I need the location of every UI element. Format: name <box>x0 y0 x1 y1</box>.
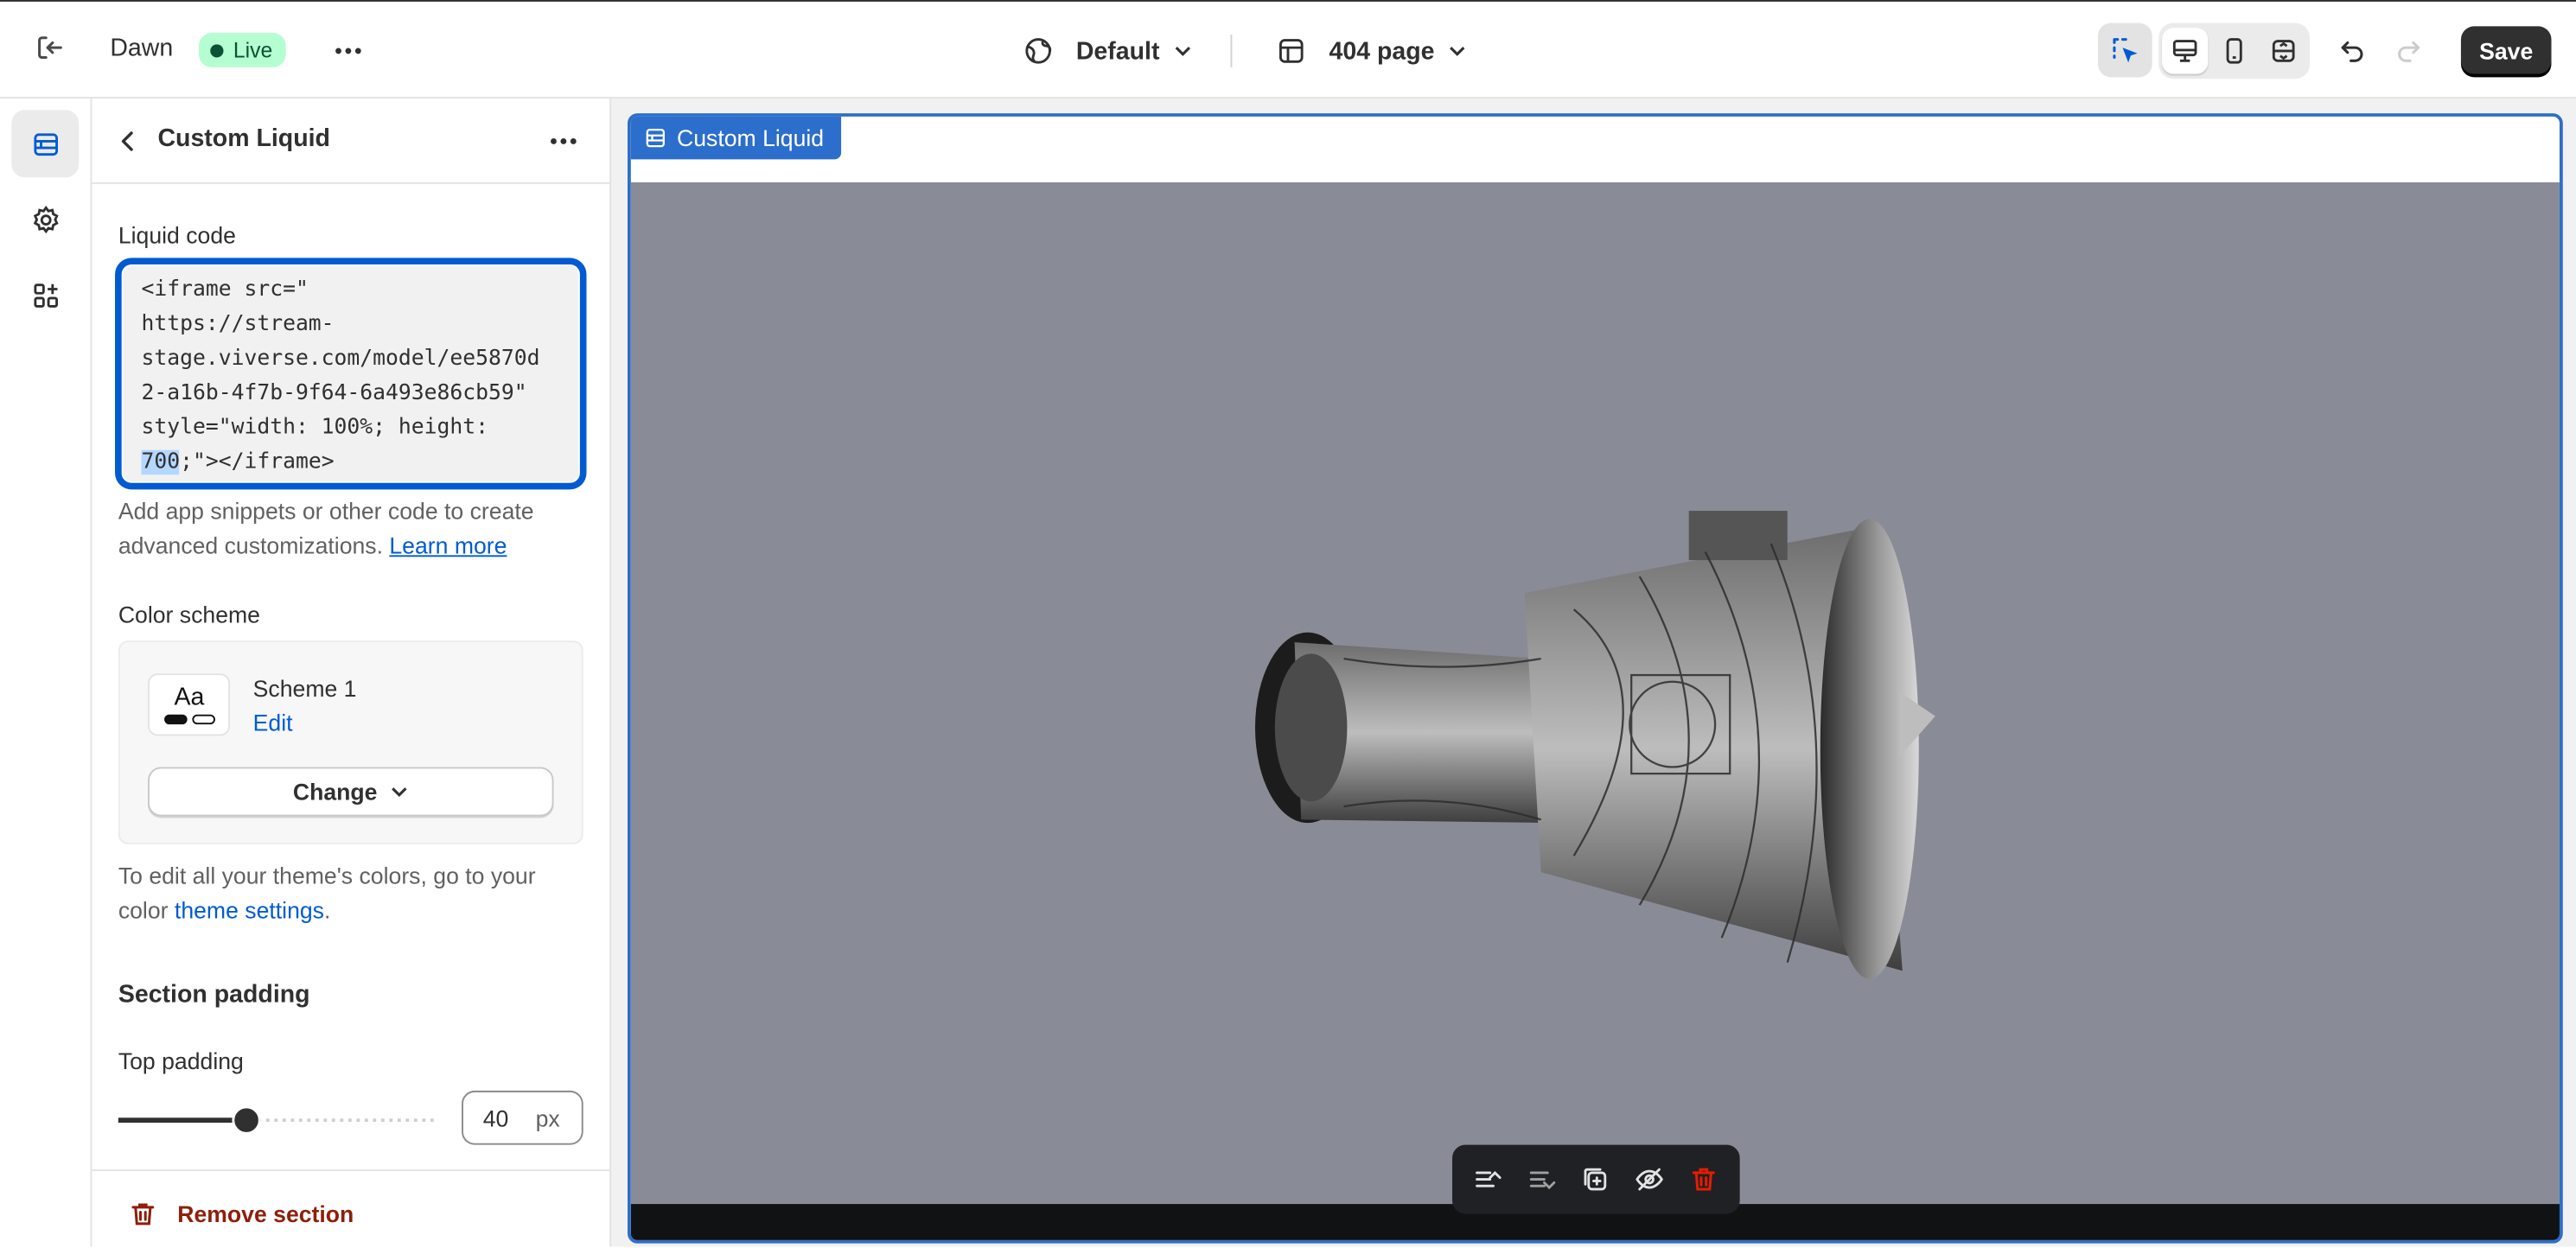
remove-section-bar: Remove section <box>92 1169 610 1248</box>
remove-section-label: Remove section <box>177 1200 354 1227</box>
top-bar: Dawn Live Default 404 page Save <box>0 0 2576 99</box>
undo-button[interactable] <box>2330 28 2375 73</box>
chevron-down-icon <box>1450 47 1465 56</box>
code-line: style="width: 100%; height: <box>141 415 489 441</box>
embedded-3d-viewer[interactable] <box>630 181 2560 1205</box>
scheme-edit-link[interactable]: Edit <box>253 710 293 735</box>
code-line: stage.viverse.com/model/ee5870d <box>141 347 540 372</box>
swatch-secondary-pill <box>192 714 215 725</box>
move-up-icon[interactable] <box>1472 1163 1505 1196</box>
chevron-down-icon <box>1175 47 1190 56</box>
more-horizontal-icon <box>551 138 577 144</box>
store-name: Dawn <box>110 34 174 63</box>
change-scheme-label: Change <box>292 778 378 805</box>
back-button[interactable] <box>108 122 148 162</box>
mobile-view-button[interactable] <box>2211 28 2257 73</box>
theme-settings-link[interactable]: theme settings <box>175 897 324 923</box>
mobile-icon <box>2226 38 2242 64</box>
liquid-help-text: Add app snippets or other code to create… <box>118 494 587 564</box>
code-line-last: 700;"></iframe> <box>141 445 560 480</box>
section-settings-panel: Custom Liquid Liquid code <iframe src=" h… <box>92 99 611 1248</box>
section-tag: Custom Liquid <box>630 116 841 160</box>
slider-thumb <box>232 1105 261 1135</box>
theme-colors-note: To edit all your theme's colors, go to y… <box>118 859 587 928</box>
top-padding-slider[interactable] <box>118 1104 437 1137</box>
app-embeds-nav-button[interactable] <box>11 261 79 328</box>
top-padding-label: Top padding <box>118 1047 244 1074</box>
status-badge-label: Live <box>233 37 273 63</box>
code-line: 2-a16b-4f7b-9f64-6a493e86cb59" <box>141 380 527 406</box>
inspector-toggle-button[interactable] <box>2097 22 2152 78</box>
template-picker[interactable]: 404 page <box>1275 25 1468 78</box>
top-padding-value: 40 <box>482 1105 509 1131</box>
code-line: https://stream- <box>141 312 335 337</box>
remove-section-button[interactable]: Remove section <box>128 1199 354 1228</box>
learn-more-link[interactable]: Learn more <box>389 532 507 558</box>
code-line: <iframe src=" <box>141 277 309 302</box>
scheme-swatch: Aa <box>148 673 231 736</box>
gear-icon <box>32 205 58 233</box>
desktop-view-button[interactable] <box>2162 28 2209 74</box>
apps-icon <box>33 283 58 307</box>
live-dot-icon <box>210 43 224 57</box>
color-scheme-card: Aa Scheme 1 Edit Change <box>118 640 583 844</box>
section-padding-heading: Section padding <box>118 980 310 1009</box>
chevron-left-icon <box>121 131 133 151</box>
expand-icon <box>2272 40 2295 62</box>
chevron-down-icon <box>391 787 406 797</box>
desktop-icon <box>2172 40 2197 62</box>
top-padding-input[interactable]: 40 px <box>462 1090 583 1145</box>
device-preview-switcher <box>2158 22 2311 80</box>
liquid-code-textarea[interactable]: <iframe src=" https://stream-stage.vivers… <box>118 261 583 487</box>
save-button[interactable]: Save <box>2460 26 2552 76</box>
scheme-name: Scheme 1 <box>252 675 357 702</box>
panel-title: Custom Liquid <box>157 124 331 153</box>
undo-icon <box>2341 41 2363 62</box>
theme-settings-nav-button[interactable] <box>11 186 79 253</box>
divider <box>1230 34 1233 67</box>
swatch-text: Aa <box>174 683 205 711</box>
selected-section-frame[interactable]: Custom Liquid <box>627 113 2563 1244</box>
panel-header: Custom Liquid <box>92 99 610 184</box>
status-badge: Live <box>198 33 286 67</box>
select-cursor-icon <box>2112 37 2137 62</box>
theme-picker[interactable]: Default <box>1022 25 1192 78</box>
trash-icon <box>131 1203 155 1226</box>
sections-icon <box>33 132 58 156</box>
move-down-icon[interactable] <box>1526 1163 1559 1196</box>
section-icon <box>646 128 665 148</box>
theme-picker-label: Default <box>1075 36 1160 66</box>
jet-engine-model <box>1254 511 1935 979</box>
section-menu-button[interactable] <box>540 118 586 164</box>
more-actions-icon[interactable] <box>325 28 371 73</box>
hide-icon[interactable] <box>1633 1163 1666 1196</box>
swatch-primary-pill <box>164 714 188 725</box>
section-floating-toolbar <box>1452 1144 1740 1214</box>
theme-note-suffix: . <box>323 896 331 924</box>
selected-text: 700 <box>141 449 181 475</box>
section-tag-label: Custom Liquid <box>677 124 825 151</box>
code-line-rest: ;"></iframe> <box>180 449 335 475</box>
template-icon <box>1279 39 1304 63</box>
fullscreen-view-button[interactable] <box>2260 28 2306 73</box>
change-scheme-button[interactable]: Change <box>148 767 554 817</box>
top-padding-unit: px <box>535 1105 560 1131</box>
template-picker-label: 404 page <box>1329 36 1435 66</box>
exit-icon[interactable] <box>26 25 72 71</box>
nav-rail <box>0 99 92 1247</box>
liquid-code-label: Liquid code <box>118 221 236 248</box>
duplicate-icon[interactable] <box>1579 1163 1612 1196</box>
redo-button[interactable] <box>2386 28 2432 73</box>
color-scheme-label: Color scheme <box>118 601 260 627</box>
globe-icon <box>1025 38 1052 64</box>
redo-icon <box>2398 41 2420 62</box>
delete-icon[interactable] <box>1687 1163 1719 1196</box>
sections-nav-button[interactable] <box>11 110 80 178</box>
